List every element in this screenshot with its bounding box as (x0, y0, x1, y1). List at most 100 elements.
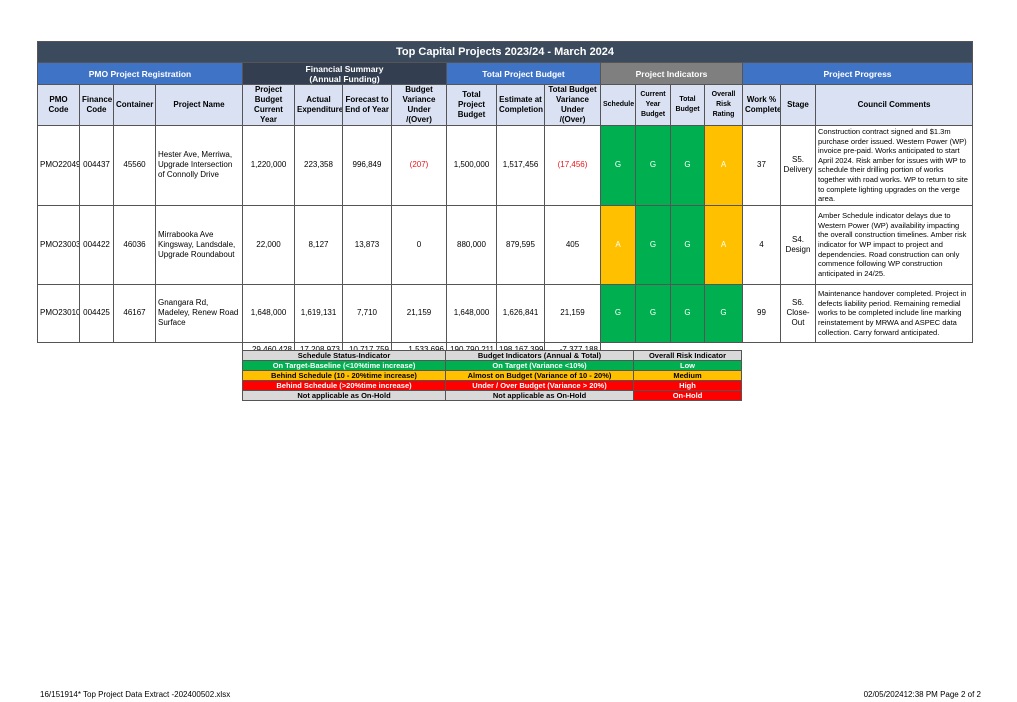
legend-schedule-on-hold: Not applicable as On-Hold (242, 390, 446, 401)
footer-file-name: 16/151914* Top Project Data Extract -202… (40, 690, 231, 699)
forecast: 996,849 (342, 125, 392, 206)
estimate: 1,517,456 (496, 125, 545, 206)
stage: S6. Close-Out (780, 283, 816, 343)
finance-code: 004437 (79, 125, 114, 206)
overall-risk-indicator: A (704, 204, 743, 285)
legend-budget-on-hold: Not applicable as On-Hold (445, 390, 634, 401)
col-container: Container (113, 84, 156, 126)
total-budget-indicator: G (670, 283, 705, 343)
column-header-row: PMO Code Finance Code Container Project … (37, 84, 974, 126)
pmo-code: PMO23010 (37, 283, 80, 343)
group-project-indicators: Project Indicators (600, 62, 743, 85)
col-pmo-code: PMO Code (37, 84, 80, 126)
legend-budget-almost: Almost on Budget (Variance of 10 - 20%) (445, 370, 634, 381)
stage: S4. Design (780, 204, 816, 285)
total-budget: 1,648,000 (446, 283, 497, 343)
schedule-indicator: A (600, 204, 636, 285)
total-budget: 1,500,000 (446, 125, 497, 206)
container: 46036 (113, 204, 156, 285)
title-row: Top Capital Projects 2023/24 - March 202… (36, 41, 974, 63)
col-schedule: Schedule (600, 84, 636, 126)
actual-expenditure: 223,358 (294, 125, 343, 206)
overall-risk-indicator: G (704, 283, 743, 343)
finance-code: 004425 (79, 283, 114, 343)
total-variance: (17,456) (544, 125, 601, 206)
stage: S5. Delivery (780, 125, 816, 206)
current-year-budget-indicator: G (635, 283, 671, 343)
col-actual-expenditure: Actual Expenditure (294, 84, 343, 126)
legend-schedule-behind-10-20: Behind Schedule (10 - 20%time increase) (242, 370, 446, 381)
work-complete: 37 (742, 125, 781, 206)
forecast: 7,710 (342, 283, 392, 343)
legend-risk-header: Overall Risk Indicator (633, 350, 742, 361)
legend-row-amber: Behind Schedule (10 - 20%time increase) … (242, 370, 742, 381)
table-row: PMO22049 004437 45560 Hester Ave, Merriw… (37, 125, 974, 206)
table-row: PMO23010 004425 46167 Gnangara Rd, Madel… (37, 283, 974, 343)
forecast: 13,873 (342, 204, 392, 285)
project-budget: 1,220,000 (242, 125, 295, 206)
overall-risk-indicator: A (704, 125, 743, 206)
legend-schedule-header: Schedule Status-Indicator (242, 350, 446, 361)
total-budget: 880,000 (446, 204, 497, 285)
current-year-budget-indicator: G (635, 204, 671, 285)
col-finance-code: Finance Code (79, 84, 114, 126)
project-name: Hester Ave, Merriwa, Upgrade Intersectio… (155, 125, 243, 206)
project-name: Gnangara Rd, Madeley, Renew Road Surface (155, 283, 243, 343)
estimate: 1,626,841 (496, 283, 545, 343)
col-council-comments: Council Comments (814, 84, 974, 126)
legend-header-row: Schedule Status-Indicator Budget Indicat… (242, 350, 742, 361)
legend-risk-high: High (633, 380, 742, 391)
col-project-budget: Project Budget Current Year (242, 84, 295, 126)
legend-schedule-on-target: On Target-Baseline (<10%time increase) (242, 360, 446, 371)
col-work-complete: Work % Complete (742, 84, 781, 126)
col-overall-risk: Overall Risk Rating (704, 84, 743, 126)
council-comments: Construction contract signed and $1.3m p… (814, 125, 974, 206)
table-row: PMO23003 004422 46036 Mirrabooka Ave Kin… (37, 204, 974, 285)
budget-variance: 0 (391, 204, 447, 285)
col-stage: Stage (780, 84, 816, 126)
col-forecast: Forecast to End of Year (342, 84, 392, 126)
col-budget-variance: Budget Variance Under /(Over) (391, 84, 447, 126)
group-header-row: PMO Project Registration Financial Summa… (37, 62, 974, 85)
legend-risk-low: Low (633, 360, 742, 371)
council-comments: Maintenance handover completed. Project … (814, 283, 974, 343)
pmo-code: PMO23003 (37, 204, 80, 285)
legend-risk-medium: Medium (633, 370, 742, 381)
legend-row-red: Behind Schedule (>20%time increase) Unde… (242, 380, 742, 391)
work-complete: 4 (742, 204, 781, 285)
total-variance: 405 (544, 204, 601, 285)
estimate: 879,595 (496, 204, 545, 285)
report-title: Top Capital Projects 2023/24 - March 202… (36, 41, 974, 63)
group-total-budget: Total Project Budget (446, 62, 601, 85)
budget-variance: 21,159 (391, 283, 447, 343)
legend-budget-under-over: Under / Over Budget (Variance > 20%) (445, 380, 634, 391)
schedule-indicator: G (600, 283, 636, 343)
group-registration: PMO Project Registration (37, 62, 243, 85)
project-budget: 1,648,000 (242, 283, 295, 343)
current-year-budget-indicator: G (635, 125, 671, 206)
council-comments: Amber Schedule indicator delays due to W… (814, 204, 974, 285)
group-financial-summary: Financial Summary (Annual Funding) (242, 62, 447, 85)
finance-code: 004422 (79, 204, 114, 285)
indicator-legend: Schedule Status-Indicator Budget Indicat… (242, 350, 742, 401)
actual-expenditure: 8,127 (294, 204, 343, 285)
group-project-progress: Project Progress (741, 62, 974, 85)
actual-expenditure: 1,619,131 (294, 283, 343, 343)
project-budget: 22,000 (242, 204, 295, 285)
total-variance: 21,159 (544, 283, 601, 343)
schedule-indicator: G (600, 125, 636, 206)
container: 45560 (113, 125, 156, 206)
col-total-budget-indicator: Total Budget (670, 84, 705, 126)
legend-budget-header: Budget Indicators (Annual & Total) (445, 350, 634, 361)
project-name: Mirrabooka Ave Kingsway, Landsdale, Upgr… (155, 204, 243, 285)
col-project-name: Project Name (155, 84, 243, 126)
col-estimate: Estimate at Completion (496, 84, 545, 126)
legend-schedule-behind-20: Behind Schedule (>20%time increase) (242, 380, 446, 391)
col-total-budget: Total Project Budget (446, 84, 497, 126)
legend-risk-on-hold: On-Hold (633, 390, 742, 401)
budget-variance: (207) (391, 125, 447, 206)
work-complete: 99 (742, 283, 781, 343)
pmo-code: PMO22049 (37, 125, 80, 206)
legend-budget-on-target: On Target (Variance <10%) (445, 360, 634, 371)
col-current-year-budget: Current Year Budget (635, 84, 671, 126)
